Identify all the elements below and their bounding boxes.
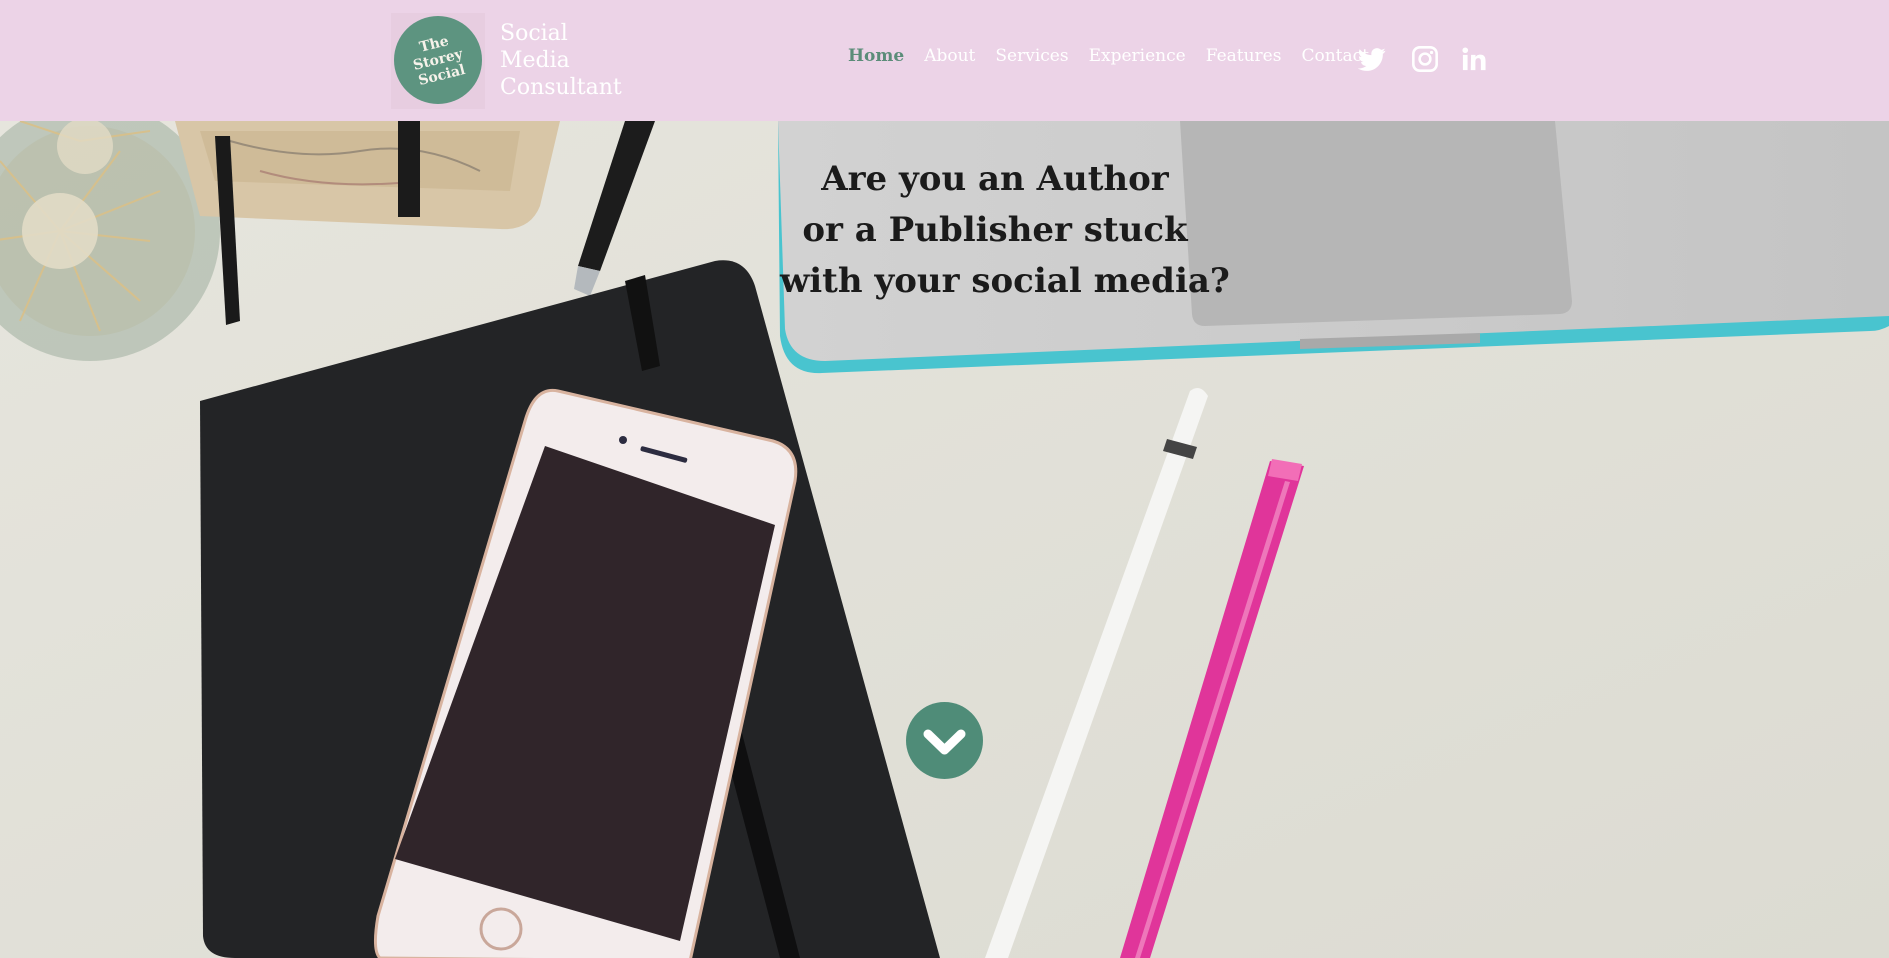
main-nav: Home About Services Experience Features … (848, 46, 1389, 66)
scroll-down-button[interactable] (906, 702, 983, 779)
logo[interactable]: The Storey Social (391, 13, 485, 109)
site-title[interactable]: Social Media Consultant (500, 20, 622, 101)
logo-badge: The Storey Social (394, 16, 482, 104)
hero-section: Are you an Author or a Publisher stuck w… (0, 121, 1889, 958)
nav-item-experience[interactable]: Experience (1089, 46, 1186, 66)
nav-item-services[interactable]: Services (995, 46, 1068, 66)
linkedin-icon[interactable] (1460, 45, 1488, 73)
nav-item-home[interactable]: Home (848, 46, 904, 66)
hero-headline: Are you an Author or a Publisher stuck w… (780, 154, 1230, 307)
chevron-down-icon (923, 729, 966, 755)
hero-headline-line-3: with your social media? (780, 261, 1230, 301)
site-title-line-2: Media (500, 48, 570, 73)
site-header: The Storey Social Social Media Consultan… (0, 0, 1889, 121)
hero-headline-line-2: or a Publisher stuck (802, 210, 1188, 250)
site-title-line-3: Consultant (500, 75, 622, 100)
hero-headline-line-1: Are you an Author (821, 159, 1169, 199)
site-title-line-1: Social (500, 21, 568, 46)
twitter-icon[interactable] (1357, 45, 1386, 73)
instagram-icon[interactable] (1411, 45, 1439, 73)
nav-item-features[interactable]: Features (1206, 46, 1282, 66)
nav-item-about[interactable]: About (924, 46, 975, 66)
